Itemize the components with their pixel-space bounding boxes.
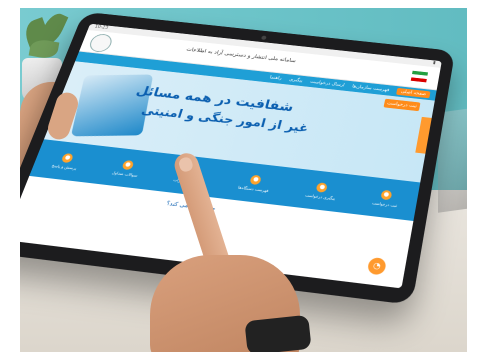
service-item[interactable]: ● پیگیری درخواست — [304, 181, 338, 201]
service-icon: ● — [121, 159, 135, 170]
frame-border — [0, 0, 477, 8]
frame-border — [467, 0, 477, 360]
site-logo[interactable] — [87, 33, 115, 53]
nav-item-help[interactable]: راهنما — [269, 75, 282, 81]
photo-scene: 10:23 ▮ سامانه ملی انتشار و دسترسی آزاد … — [0, 0, 477, 360]
service-item[interactable]: ● سوالات متداول — [111, 159, 143, 178]
service-icon: ● — [61, 152, 75, 163]
service-label: پرسش و پاسخ — [51, 162, 78, 171]
chat-icon[interactable]: ◔ — [366, 256, 388, 276]
service-item[interactable]: ● ثبت درخواست — [371, 188, 400, 208]
frame-border — [0, 352, 477, 360]
service-label: پیگیری درخواست — [304, 192, 336, 201]
camera-icon — [260, 35, 267, 40]
nav-item-track[interactable]: پیگیری — [289, 77, 304, 83]
request-badge[interactable]: ثبت درخواست — [383, 98, 421, 112]
service-label: سوالات متداول — [111, 169, 139, 178]
frame-border — [0, 0, 20, 360]
fingernail — [177, 155, 195, 174]
side-tab[interactable] — [415, 116, 432, 154]
service-icon: ● — [316, 181, 329, 193]
service-icon: ● — [380, 189, 393, 200]
service-item[interactable]: ● پرسش و پاسخ — [51, 152, 81, 170]
service-label: ثبت درخواست — [371, 199, 398, 208]
service-icon: ● — [249, 174, 263, 185]
service-label: فهرست دستگاه‌ها — [237, 184, 270, 193]
flag-emblem-icon — [410, 70, 429, 83]
service-item[interactable]: ● فهرست دستگاه‌ها — [238, 173, 273, 193]
wristwatch — [244, 314, 312, 356]
